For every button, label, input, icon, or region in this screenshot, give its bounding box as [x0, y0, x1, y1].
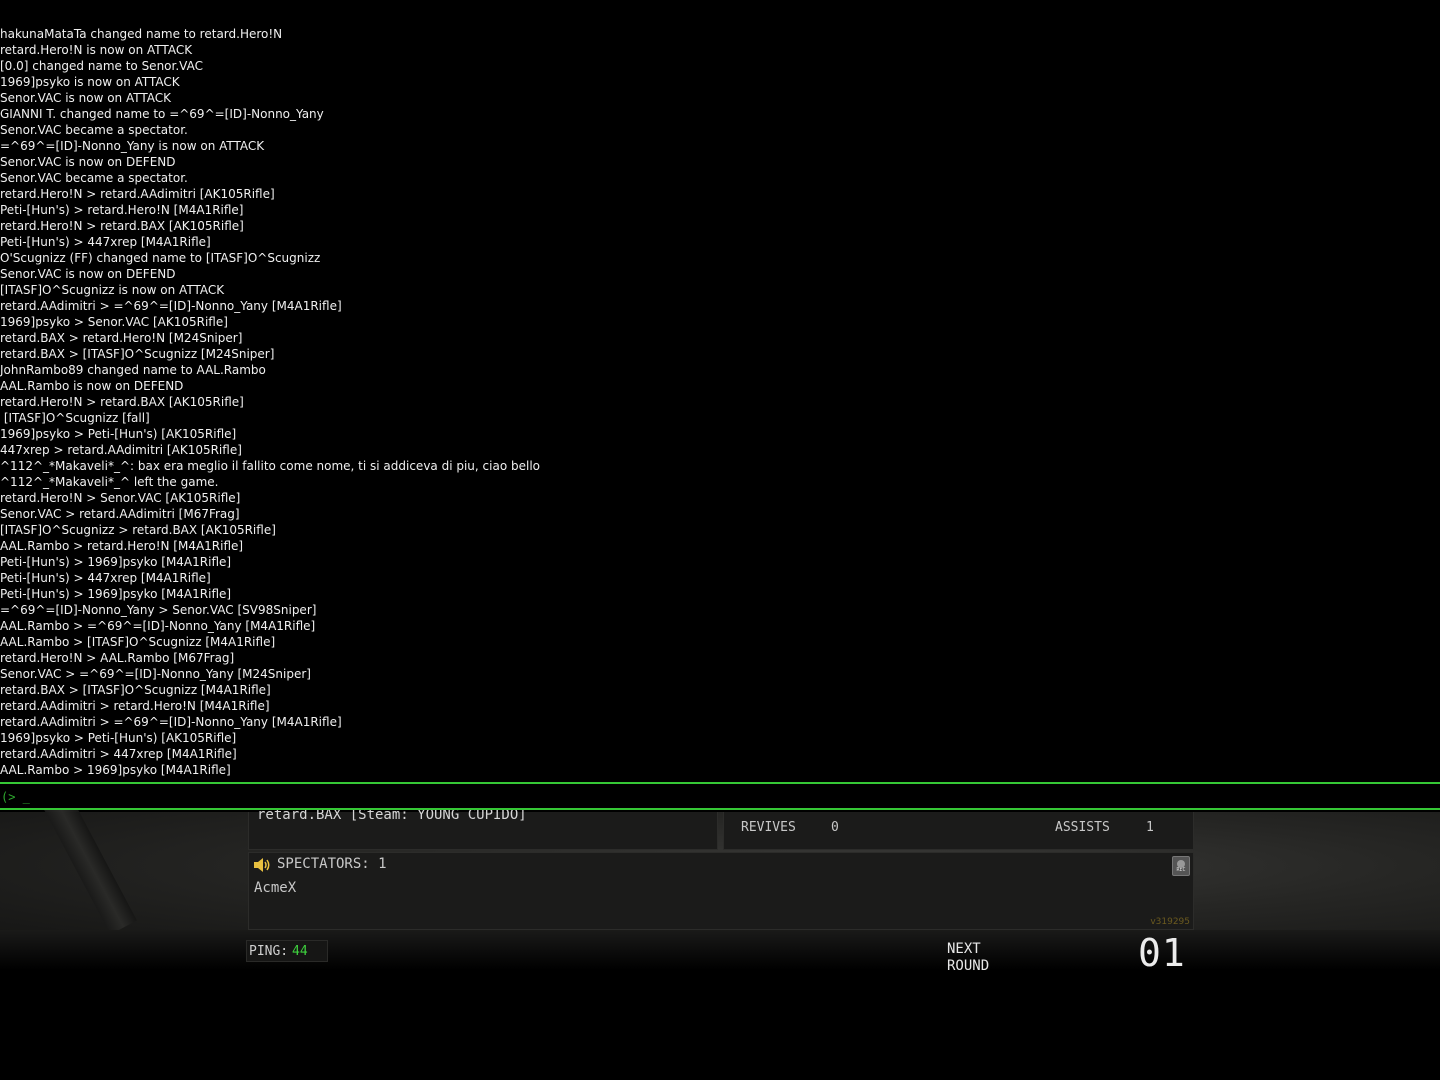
console-line: retard.Hero!N > retard.AAdimitri [AK105R… — [0, 187, 275, 201]
console-line: retard.Hero!N > AAL.Rambo [M67Frag] — [0, 651, 235, 665]
console-line: Peti-[Hun's) > 447xrep [M4A1Rifle] — [0, 571, 211, 585]
console-line: Senor.VAC is now on DEFEND — [0, 155, 176, 169]
console-line: Peti-[Hun's) > retard.Hero!N [M4A1Rifle] — [0, 203, 244, 217]
console-line: Senor.VAC is now on DEFEND — [0, 267, 176, 281]
console-line: AAL.Rambo > [ITASF]O^Scugnizz [M4A1Rifle… — [0, 635, 276, 649]
console-line: AAL.Rambo is now on DEFEND — [0, 379, 184, 393]
version-label: v319295 — [1150, 917, 1190, 927]
console-line: =^69^=[ID]-Nonno_Yany > Senor.VAC [SV98S… — [0, 603, 317, 617]
console-prompt: (> _ — [1, 790, 30, 804]
console-line: Senor.VAC became a spectator. — [0, 123, 188, 137]
console-line: AAL.Rambo > =^69^=[ID]-Nonno_Yany [M4A1R… — [0, 619, 316, 633]
console-line: 1969]psyko > Peti-[Hun's) [AK105Rifle] — [0, 731, 237, 745]
assists-label: ASSISTS — [1055, 820, 1110, 835]
assists-value: 1 — [1146, 820, 1154, 835]
console-line: AAL.Rambo > retard.Hero!N [M4A1Rifle] — [0, 539, 244, 553]
spectator-name: AcmeX — [254, 880, 297, 896]
console-input[interactable]: (> _ — [0, 782, 1440, 810]
console-line: Peti-[Hun's) > 1969]psyko [M4A1Rifle] — [0, 587, 232, 601]
ping-indicator: PING: 44 — [246, 940, 328, 962]
console-line: retard.Hero!N > retard.BAX [AK105Rifle] — [0, 395, 244, 409]
spectators-panel: SPECTATORS: 1 AcmeX REC v319295 — [248, 852, 1194, 930]
console-line: retard.BAX > [ITASF]O^Scugnizz [M24Snipe… — [0, 347, 275, 361]
console-line: Senor.VAC > =^69^=[ID]-Nonno_Yany [M24Sn… — [0, 667, 311, 681]
console-line: retard.AAdimitri > =^69^=[ID]-Nonno_Yany… — [0, 299, 342, 313]
scoreboard-stats-panel: REVIVES 0 ASSISTS 1 — [723, 812, 1194, 850]
console-line: Peti-[Hun's) > 1969]psyko [M4A1Rifle] — [0, 555, 232, 569]
console-line: [ITASF]O^Scugnizz > retard.BAX [AK105Rif… — [0, 523, 276, 537]
console-line: 1969]psyko > Senor.VAC [AK105Rifle] — [0, 315, 228, 329]
console-line: Senor.VAC is now on ATTACK — [0, 91, 172, 105]
game-screen: hakunaMataTa changed name to retard.Hero… — [0, 0, 1440, 1080]
console-line: O'Scugnizz (FF) changed name to [ITASF]O… — [0, 251, 321, 265]
console-log: hakunaMataTa changed name to retard.Hero… — [0, 26, 1440, 782]
console-line: =^69^=[ID]-Nonno_Yany is now on ATTACK — [0, 139, 265, 153]
spectators-title: SPECTATORS: 1 — [277, 856, 387, 872]
revives-label: REVIVES — [741, 820, 796, 835]
console-line: hakunaMataTa changed name to retard.Hero… — [0, 27, 283, 41]
console-line: retard.AAdimitri > 447xrep [M4A1Rifle] — [0, 747, 237, 761]
next-round-line2: ROUND — [947, 958, 990, 974]
console-line: retard.Hero!N > retard.BAX [AK105Rifle] — [0, 219, 244, 233]
console-line: retard.AAdimitri > retard.Hero!N [M4A1Ri… — [0, 699, 270, 713]
console-line: [ITASF]O^Scugnizz [fall] — [0, 411, 150, 425]
console-line: Senor.VAC > retard.AAdimitri [M67Frag] — [0, 507, 240, 521]
console-line: JohnRambo89 changed name to AAL.Rambo — [0, 363, 266, 377]
console-line: Peti-[Hun's) > 447xrep [M4A1Rifle] — [0, 235, 211, 249]
console-line: retard.BAX > retard.Hero!N [M24Sniper] — [0, 331, 243, 345]
console-line: 1969]psyko is now on ATTACK — [0, 75, 180, 89]
console-line: GIANNI T. changed name to =^69^=[ID]-Non… — [0, 107, 324, 121]
console-line: retard.AAdimitri > =^69^=[ID]-Nonno_Yany… — [0, 715, 342, 729]
record-icon[interactable]: REC — [1172, 856, 1190, 876]
console-line: ^112^_*Makaveli*_^: bax era meglio il fa… — [0, 459, 540, 473]
console-line: [0.0] changed name to Senor.VAC — [0, 59, 203, 73]
ping-label: PING: — [249, 944, 289, 959]
console-line: ^112^_*Makaveli*_^ left the game. — [0, 475, 219, 489]
round-counter: 01 — [1138, 931, 1186, 975]
console-line: AAL.Rambo > 1969]psyko [M4A1Rifle] — [0, 763, 231, 777]
console-line: 1969]psyko > Peti-[Hun's) [AK105Rifle] — [0, 427, 237, 441]
next-round-label: NEXT ROUND — [947, 941, 989, 975]
revives-value: 0 — [831, 820, 839, 835]
console-line: [ITASF]O^Scugnizz is now on ATTACK — [0, 283, 225, 297]
console-line: 447xrep > retard.AAdimitri [AK105Rifle] — [0, 443, 242, 457]
scoreboard-player-panel: retard.BAX [Steam: YOUNG CUPIDO] — [248, 807, 718, 850]
speaker-icon — [254, 858, 270, 872]
console-line: Senor.VAC became a spectator. — [0, 171, 188, 185]
ping-value: 44 — [292, 944, 308, 959]
console-line: retard.Hero!N > Senor.VAC [AK105Rifle] — [0, 491, 241, 505]
next-round-line1: NEXT — [947, 941, 981, 957]
console-line: retard.Hero!N is now on ATTACK — [0, 43, 193, 57]
background-fade — [0, 930, 1440, 970]
console-line: retard.BAX > [ITASF]O^Scugnizz [M4A1Rifl… — [0, 683, 271, 697]
